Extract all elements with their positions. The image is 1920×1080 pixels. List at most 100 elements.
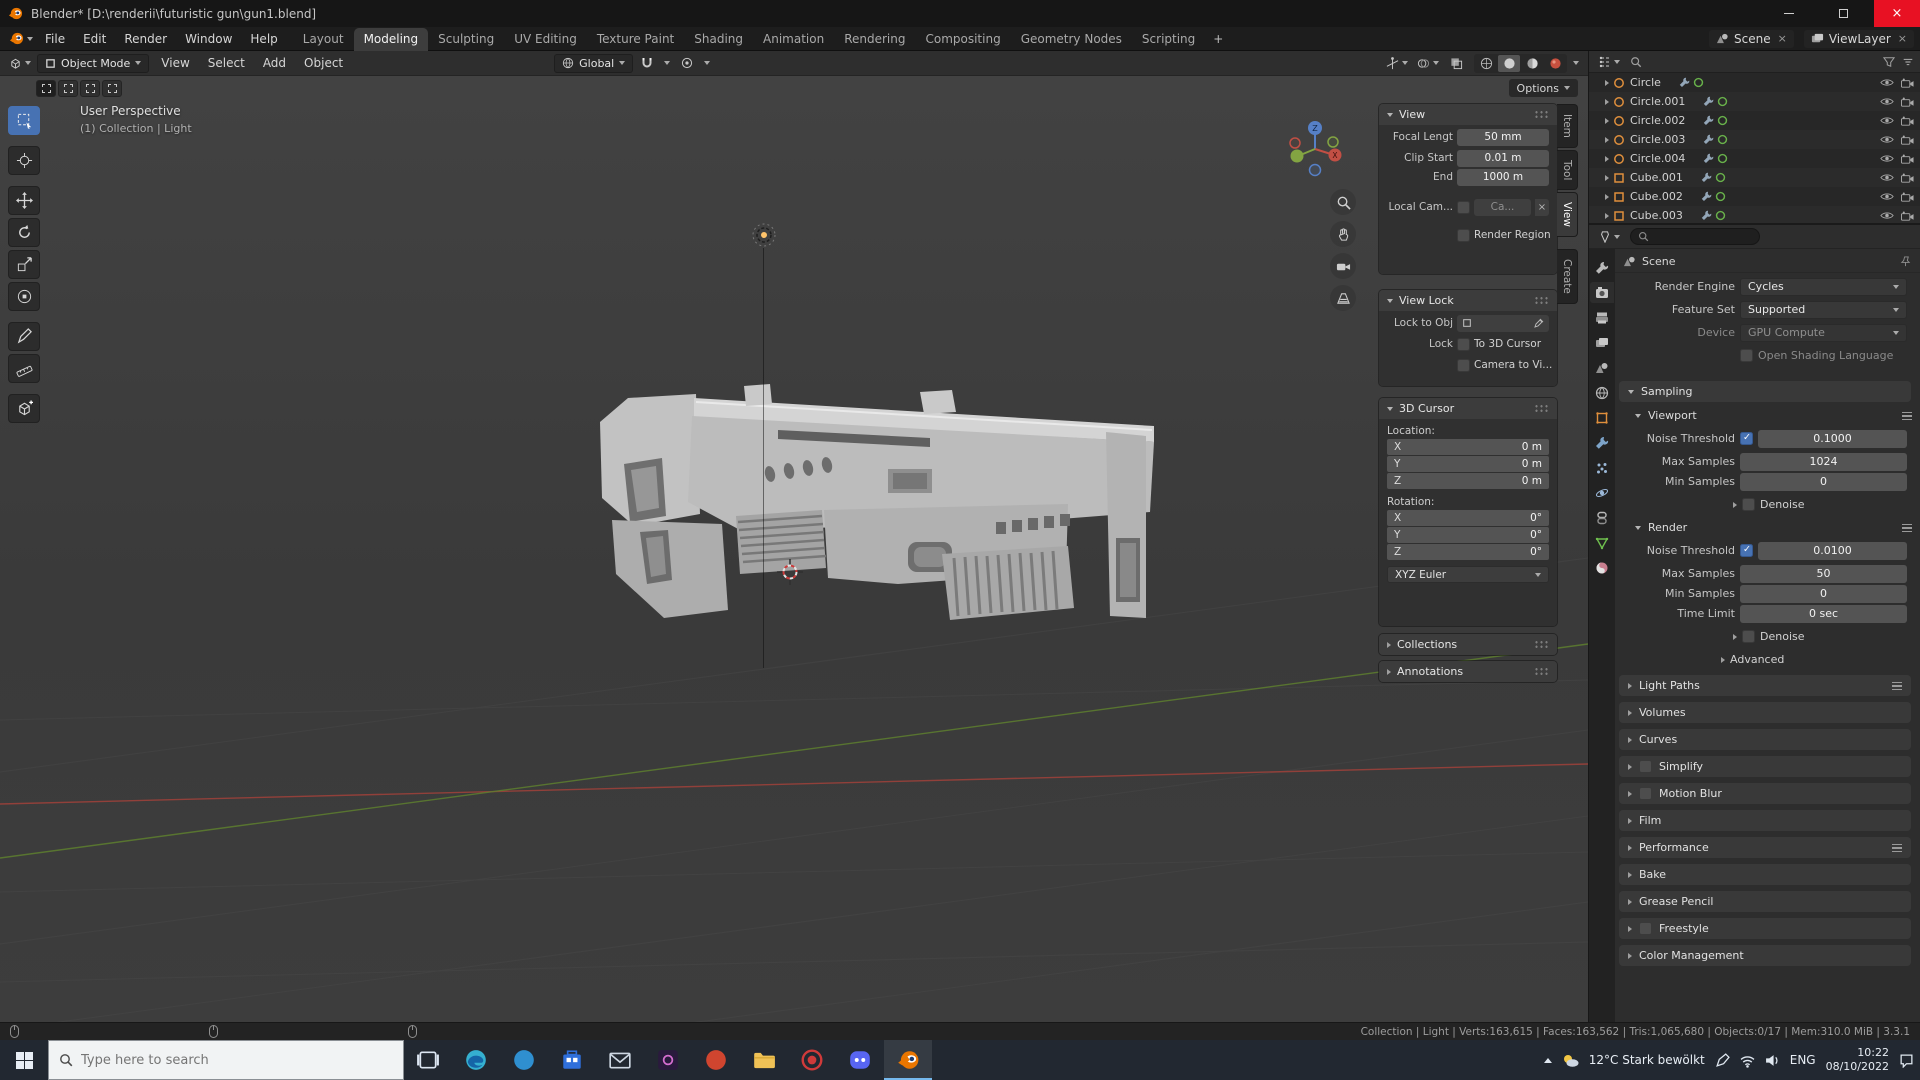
outliner-row-cube-003[interactable]: Cube.003 — [1589, 206, 1920, 223]
properties-tab-world[interactable] — [1590, 382, 1614, 403]
section-volumes[interactable]: Volumes — [1619, 702, 1911, 723]
viewport-denoise-checkbox[interactable] — [1742, 498, 1755, 511]
cursor-location-z-field[interactable]: Z 0 m — [1387, 473, 1549, 489]
render-time-limit-field[interactable]: 0 sec — [1740, 604, 1907, 623]
select-mode-subtract-button[interactable] — [80, 80, 100, 97]
tool-measure[interactable] — [8, 354, 40, 383]
taskbar-app-file-explorer[interactable] — [740, 1040, 788, 1080]
network-icon[interactable] — [1740, 1053, 1755, 1068]
filter-funnel-icon[interactable] — [1883, 56, 1895, 68]
section-freestyle[interactable]: Freestyle — [1619, 918, 1911, 939]
feature-set-dropdown[interactable]: Supported — [1740, 300, 1907, 319]
properties-tab-object-data[interactable] — [1590, 532, 1614, 553]
taskbar-app-mail[interactable] — [596, 1040, 644, 1080]
section-curves[interactable]: Curves — [1619, 729, 1911, 750]
local-camera-field[interactable]: Ca... — [1474, 198, 1531, 216]
tool-add-cube[interactable] — [8, 394, 40, 423]
visibility-toggle[interactable] — [1879, 192, 1895, 201]
workspace-tab-geometry-nodes[interactable]: Geometry Nodes — [1011, 28, 1132, 51]
snap-toggle[interactable] — [636, 54, 658, 73]
taskbar-app-store[interactable] — [548, 1040, 596, 1080]
breadcrumb-scene[interactable]: Scene — [1642, 255, 1676, 268]
select-mode-intersect-button[interactable] — [102, 80, 122, 97]
render-engine-dropdown[interactable]: Cycles — [1740, 277, 1907, 296]
drag-handle[interactable] — [1534, 640, 1549, 649]
workspace-tab-layout[interactable]: Layout — [293, 28, 354, 51]
simplify-checkbox[interactable] — [1639, 760, 1652, 773]
viewport-nav-pan-button[interactable] — [1330, 221, 1356, 247]
object-name[interactable]: Circle.001 — [1630, 95, 1685, 108]
outliner-row-circle[interactable]: Circle — [1589, 73, 1920, 92]
3d-viewport[interactable]: User Perspective (1) Collection | Light … — [0, 76, 1588, 1022]
add-workspace-button[interactable]: + — [1205, 29, 1231, 49]
tool-select-box[interactable] — [8, 106, 40, 135]
viewport-menu-object[interactable]: Object — [295, 53, 352, 73]
render-visibility-toggle[interactable] — [1899, 97, 1915, 107]
render-visibility-toggle[interactable] — [1899, 116, 1915, 126]
viewport-nav-zoom-button[interactable] — [1330, 189, 1356, 215]
sampling-render-subheader[interactable]: Render — [1615, 518, 1920, 537]
focal-length-field[interactable]: 50 mm — [1457, 128, 1549, 146]
cursor-location-y-field[interactable]: Y 0 m — [1387, 456, 1549, 472]
view-panel-header[interactable]: View — [1379, 104, 1557, 125]
expand-icon[interactable] — [1733, 501, 1737, 508]
outliner-row-cube-001[interactable]: Cube.001 — [1589, 168, 1920, 187]
properties-tab-material[interactable] — [1590, 557, 1614, 578]
outliner-editor-type-button[interactable] — [1596, 52, 1623, 71]
menu-help[interactable]: Help — [241, 29, 286, 49]
sidebar-tab-create[interactable]: Create — [1557, 249, 1578, 305]
close-button[interactable]: × — [1874, 0, 1920, 27]
proportional-edit-toggle[interactable] — [676, 54, 698, 73]
viewport-min-samples-field[interactable]: 0 — [1740, 472, 1907, 491]
menu-edit[interactable]: Edit — [74, 29, 115, 49]
navigation-gizmo[interactable]: Z X — [1285, 119, 1345, 179]
properties-tab-object[interactable] — [1590, 407, 1614, 428]
render-min-samples-field[interactable]: 0 — [1740, 584, 1907, 603]
viewport-menu-view[interactable]: View — [152, 53, 198, 73]
tool-scale[interactable] — [8, 250, 40, 279]
shading-solid-button[interactable] — [1498, 54, 1520, 72]
taskbar-app-app-blue[interactable] — [500, 1040, 548, 1080]
gun-model-3d[interactable] — [598, 372, 1158, 672]
tool-transform[interactable] — [8, 282, 40, 311]
workspace-tab-shading[interactable]: Shading — [684, 28, 753, 51]
mode-dropdown[interactable]: Object Mode — [37, 53, 150, 73]
shading-dropdown[interactable] — [1570, 54, 1582, 73]
sidebar-tab-tool[interactable]: Tool — [1557, 149, 1578, 191]
taskbar-app-premiere[interactable] — [644, 1040, 692, 1080]
expand-icon[interactable] — [1605, 136, 1609, 143]
render-region-checkbox[interactable] — [1457, 228, 1470, 242]
properties-search[interactable] — [1630, 228, 1760, 245]
options-button[interactable]: Options — [1508, 79, 1578, 97]
visibility-toggle[interactable] — [1879, 173, 1895, 182]
menu-icon[interactable] — [1902, 523, 1912, 532]
search-icon[interactable] — [1630, 56, 1642, 68]
taskbar-app-edge[interactable] — [452, 1040, 500, 1080]
properties-tab-modifiers[interactable] — [1590, 432, 1614, 453]
viewport-menu-select[interactable]: Select — [199, 53, 254, 73]
outliner-row-circle-001[interactable]: Circle.001 — [1589, 92, 1920, 111]
workspace-tab-rendering[interactable]: Rendering — [834, 28, 915, 51]
object-name[interactable]: Circle.004 — [1630, 152, 1685, 165]
expand-icon[interactable] — [1605, 98, 1609, 105]
sampling-section-header[interactable]: Sampling — [1619, 381, 1911, 402]
taskbar-app-screen-recorder[interactable] — [788, 1040, 836, 1080]
render-denoise-checkbox[interactable] — [1742, 630, 1755, 643]
tool-move[interactable] — [8, 186, 40, 215]
local-camera-checkbox[interactable] — [1457, 200, 1470, 214]
collections-panel-header[interactable]: Collections — [1379, 634, 1557, 655]
clip-start-field[interactable]: 0.01 m — [1457, 149, 1549, 167]
transform-orientation-dropdown[interactable]: Global — [554, 53, 634, 73]
object-name[interactable]: Circle.002 — [1630, 114, 1685, 127]
show-gizmo-toggle[interactable] — [1383, 54, 1411, 73]
workspace-tab-scripting[interactable]: Scripting — [1132, 28, 1205, 51]
visibility-toggle[interactable] — [1879, 97, 1895, 106]
object-name[interactable]: Circle.003 — [1630, 133, 1685, 146]
viewlayer-unlink-icon[interactable]: × — [1898, 32, 1907, 45]
freestyle-checkbox[interactable] — [1639, 922, 1652, 935]
xray-toggle[interactable] — [1445, 54, 1467, 73]
proportional-edit-dropdown[interactable] — [701, 54, 713, 73]
menu-file[interactable]: File — [36, 29, 74, 49]
section-bake[interactable]: Bake — [1619, 864, 1911, 885]
pen-icon[interactable] — [1715, 1052, 1730, 1068]
